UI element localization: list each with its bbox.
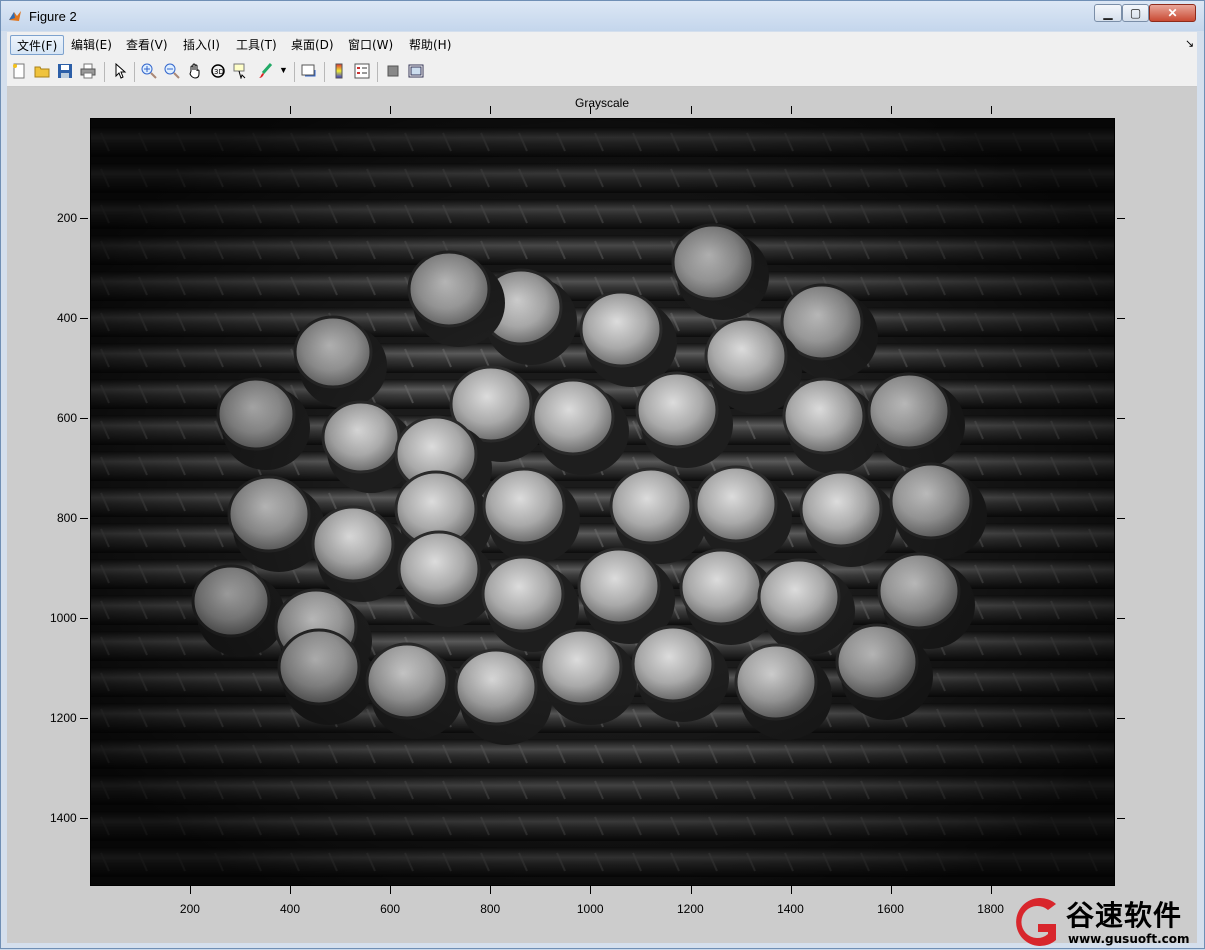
watermark: 谷速软件 www.gusuoft.com: [1006, 894, 1205, 950]
x-tick-label: 600: [380, 902, 401, 916]
y-tick-mark: [1117, 318, 1125, 319]
x-tick-label: 400: [279, 902, 301, 916]
y-tick-mark: [1117, 618, 1125, 619]
zoom-in-icon[interactable]: [141, 63, 157, 79]
hide-plot-tools-icon[interactable]: [385, 63, 401, 79]
colorbar-icon[interactable]: [331, 63, 347, 79]
x-tick-mark: [990, 106, 992, 114]
y-tick-label: 800: [57, 511, 78, 525]
menu-file[interactable]: 文件(F): [10, 35, 65, 55]
close-icon: ✕: [1167, 6, 1178, 20]
y-tick-mark: [1117, 818, 1125, 819]
menu-insert[interactable]: 插入(I): [177, 35, 226, 55]
x-tick-mark: [790, 106, 792, 114]
data-cursor-icon[interactable]: [233, 63, 249, 79]
x-tick-mark: [190, 886, 192, 894]
watermark-url: www.gusuoft.com: [1068, 932, 1190, 946]
menu-bar: 文件(F) 编辑(E) 查看(V) 插入(I) 工具(T) 桌面(D) 窗口(W…: [7, 32, 1197, 59]
matlab-logo-icon: [9, 11, 21, 21]
zoom-out-icon[interactable]: [164, 63, 180, 79]
y-tick-label: 400: [57, 311, 78, 325]
y-tick-mark: [80, 818, 88, 819]
y-tick-mark: [1117, 418, 1125, 419]
minimize-icon: ▁: [1103, 6, 1113, 20]
x-tick-mark: [590, 106, 592, 114]
y-tick-label: 1000: [50, 611, 77, 625]
y-tick-label: 1200: [50, 711, 77, 725]
y-tick-mark: [80, 418, 88, 419]
y-tick-label: 1400: [50, 811, 77, 825]
title-bar[interactable]: Figure 2 ▁ ▢ ✕: [1, 1, 1204, 31]
menu-help[interactable]: 帮助(H): [403, 35, 457, 55]
menu-desktop[interactable]: 桌面(D): [285, 35, 340, 55]
x-tick-mark: [490, 106, 492, 114]
y-tick-mark: [1117, 518, 1125, 519]
y-tick-label: 600: [57, 411, 78, 425]
x-tick-mark: [390, 886, 392, 894]
toolbar-separator: [377, 62, 378, 82]
svg-text:3D: 3D: [214, 68, 224, 76]
x-tick-mark: [190, 106, 192, 114]
y-tick-mark: [80, 718, 88, 719]
menu-view[interactable]: 查看(V): [120, 35, 174, 55]
show-plot-tools-icon[interactable]: [408, 63, 424, 79]
maximize-icon: ▢: [1129, 6, 1142, 20]
rebar-image-svg: [91, 119, 1114, 885]
x-tick-label: 1800: [977, 902, 1004, 916]
grayscale-rebar-bundle-image[interactable]: [90, 118, 1115, 886]
menu-tools[interactable]: 工具(T): [230, 35, 283, 55]
close-button[interactable]: ✕: [1149, 4, 1196, 22]
x-tick-mark: [790, 886, 792, 894]
x-tick-mark: [890, 106, 892, 114]
axes-title: Grayscale: [574, 96, 630, 110]
brush-icon[interactable]: [257, 63, 273, 79]
x-tick-label: 1200: [676, 902, 704, 916]
pointer-icon[interactable]: [112, 63, 128, 79]
window-title: Figure 2: [29, 9, 77, 24]
brush-dropdown-icon[interactable]: ▼: [279, 65, 295, 81]
toolbar-separator: [104, 62, 105, 82]
print-icon[interactable]: [80, 63, 96, 79]
x-tick-mark: [590, 886, 592, 894]
figure-toolbar: 3D ▼: [7, 58, 1197, 87]
x-tick-mark: [690, 106, 692, 114]
toolbar-separator: [134, 62, 135, 82]
menu-window[interactable]: 窗口(W): [342, 35, 399, 55]
toolbar-separator: [324, 62, 325, 82]
menu-edit[interactable]: 编辑(E): [65, 35, 118, 55]
y-tick-mark: [1117, 718, 1125, 719]
x-tick-label: 1400: [777, 902, 804, 916]
minimize-button[interactable]: ▁: [1094, 4, 1122, 22]
x-tick-label: 1600: [877, 902, 904, 916]
link-plot-icon[interactable]: [301, 63, 317, 79]
x-tick-mark: [390, 106, 392, 114]
y-tick-label: 200: [57, 211, 78, 225]
watermark-logo-icon: [1016, 898, 1056, 946]
x-tick-mark: [490, 886, 492, 894]
x-tick-mark: [690, 886, 692, 894]
x-tick-mark: [890, 886, 892, 894]
y-tick-mark: [80, 618, 88, 619]
save-icon[interactable]: [57, 63, 73, 79]
x-tick-label: 200: [179, 902, 200, 916]
x-tick-mark: [290, 106, 292, 114]
new-figure-icon[interactable]: [11, 63, 27, 79]
x-tick-label: 1000: [576, 902, 604, 916]
y-tick-mark: [80, 518, 88, 519]
x-tick-label: 800: [480, 902, 501, 916]
y-tick-mark: [80, 318, 88, 319]
figure-window: Figure 2 ▁ ▢ ✕ 文件(F) 编辑(E) 查看(V) 插入(I) 工…: [0, 0, 1205, 949]
x-tick-mark: [290, 886, 292, 894]
watermark-name: 谷速软件: [1066, 899, 1183, 932]
open-file-icon[interactable]: [34, 63, 50, 79]
x-tick-mark: [990, 886, 992, 894]
legend-icon[interactable]: [354, 63, 370, 79]
rotate-3d-icon[interactable]: 3D: [210, 63, 226, 79]
maximize-button[interactable]: ▢: [1122, 4, 1149, 22]
y-tick-mark: [1117, 218, 1125, 219]
y-tick-mark: [80, 218, 88, 219]
menubar-chevron-icon[interactable]: ↘: [1185, 37, 1194, 50]
toolbar-separator: [294, 62, 295, 82]
pan-hand-icon[interactable]: [187, 63, 203, 79]
